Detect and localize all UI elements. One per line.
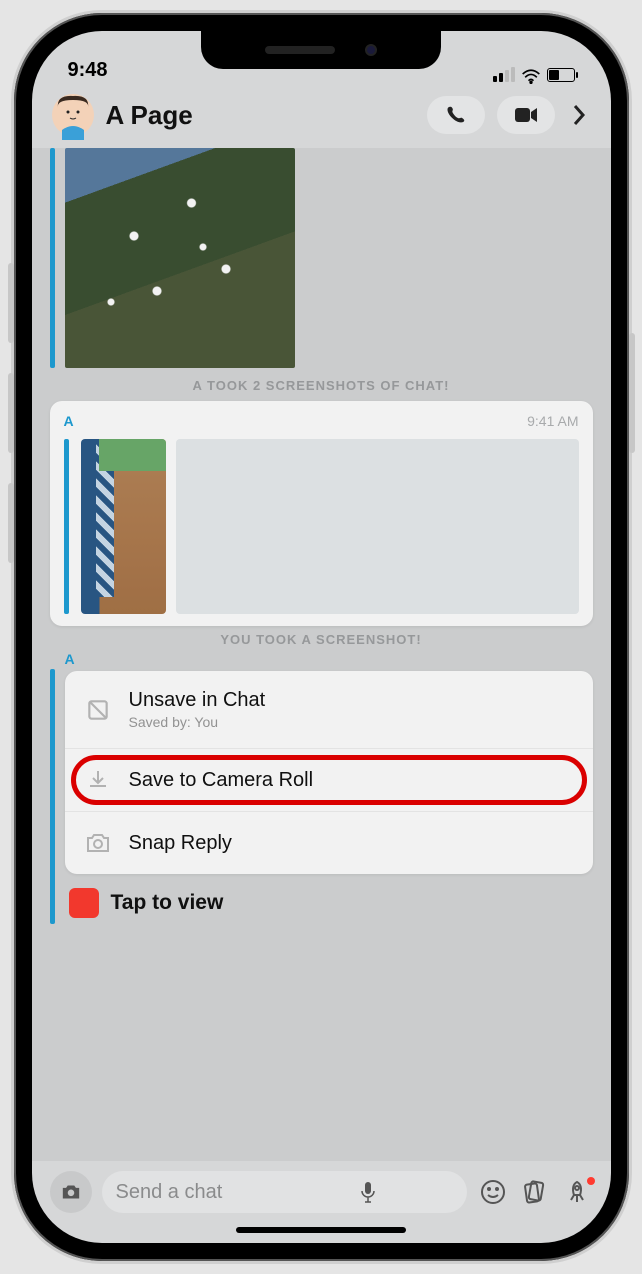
reply-label: Snap Reply <box>129 832 232 855</box>
camera-icon <box>85 830 111 856</box>
snap-reply-button[interactable]: Snap Reply <box>65 812 593 874</box>
unsave-label: Unsave in Chat <box>129 689 266 712</box>
microphone-icon[interactable] <box>284 1181 453 1203</box>
wifi-icon <box>521 67 541 82</box>
device-notch <box>201 31 441 69</box>
chat-input-placeholder: Send a chat <box>116 1181 285 1204</box>
selected-message-bubble: A 9:41 AM <box>50 401 593 626</box>
cellular-icon <box>493 67 515 82</box>
chat-header: A Page <box>32 86 611 148</box>
save-to-camera-roll-button[interactable]: Save to Camera Roll <box>65 749 593 812</box>
chat-body: A TOOK 2 SCREENSHOTS OF CHAT! A 9:41 AM … <box>32 148 611 1161</box>
bubble-sender: A <box>64 413 75 429</box>
tap-to-view-row[interactable]: Tap to view <box>65 874 593 924</box>
sender-bar <box>64 439 69 614</box>
unsave-icon <box>85 697 111 723</box>
status-time: 9:48 <box>68 59 108 82</box>
message-1 <box>50 148 593 368</box>
gallery-button[interactable] <box>519 1179 551 1205</box>
chevron-right-icon[interactable] <box>567 104 591 126</box>
system-message-2: YOU TOOK A SCREENSHOT! <box>50 632 593 647</box>
unsave-sublabel: Saved by: You <box>129 714 266 730</box>
chat-image-2[interactable] <box>81 439 166 614</box>
emoji-button[interactable] <box>477 1179 509 1205</box>
tap-to-view-label: Tap to view <box>111 891 224 915</box>
unsave-in-chat-button[interactable]: Unsave in Chat Saved by: You <box>65 671 593 749</box>
sender-bar <box>50 148 55 368</box>
screen: 9:48 A Page <box>32 31 611 1243</box>
video-call-button[interactable] <box>497 96 555 134</box>
home-indicator[interactable] <box>236 1227 406 1233</box>
download-icon <box>85 767 111 793</box>
camera-button[interactable] <box>50 1171 92 1213</box>
sender-bar <box>50 669 55 924</box>
audio-call-button[interactable] <box>427 96 485 134</box>
rocket-button[interactable] <box>561 1179 593 1205</box>
chat-image-1[interactable] <box>65 148 295 368</box>
save-label: Save to Camera Roll <box>129 769 314 792</box>
phone-frame: 9:48 A Page <box>14 13 629 1261</box>
chat-title[interactable]: A Page <box>106 100 415 131</box>
battery-icon <box>547 68 575 82</box>
bubble-time: 9:41 AM <box>527 413 578 429</box>
chat-image-placeholder <box>176 439 579 614</box>
snap-indicator-icon <box>69 888 99 918</box>
system-message-1: A TOOK 2 SCREENSHOTS OF CHAT! <box>50 378 593 393</box>
context-menu: Unsave in Chat Saved by: You Save to Cam… <box>65 671 593 874</box>
sender-label: A <box>65 651 593 667</box>
chat-input[interactable]: Send a chat <box>102 1171 467 1213</box>
avatar[interactable] <box>52 94 94 136</box>
